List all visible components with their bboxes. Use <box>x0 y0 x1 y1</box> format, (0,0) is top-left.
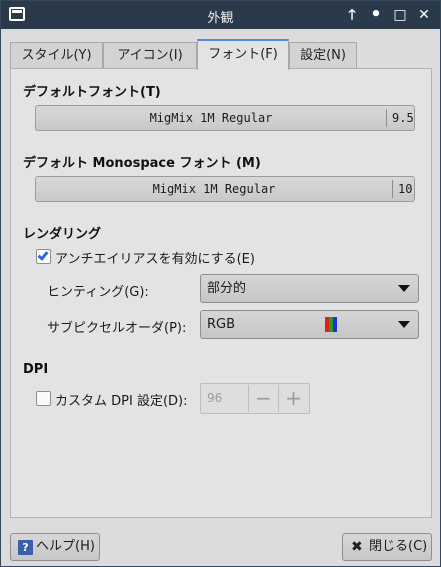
close-window-icon[interactable]: ✕ <box>414 5 434 25</box>
hinting-label: ヒンティング(G): <box>47 285 149 300</box>
default-font-size: 9.5 <box>386 109 414 127</box>
subpixel-blue-icon <box>333 317 337 332</box>
chevron-down-icon <box>398 285 410 292</box>
hinting-select[interactable]: 部分的 <box>200 274 419 303</box>
subpixel-label: サブピクセルオーダ(P): <box>47 321 187 336</box>
mono-font-size: 10 <box>392 180 414 198</box>
tab-settings[interactable]: 設定(N) <box>289 42 357 70</box>
dpi-heading: DPI <box>23 362 49 377</box>
dpi-spinbox: 96 − + <box>200 383 310 414</box>
tab-icons[interactable]: アイコン(I) <box>103 42 197 70</box>
custom-dpi-label[interactable]: カスタム DPI 設定(D): <box>55 390 187 409</box>
close-button-label: 閉じる(C) <box>369 539 428 554</box>
subpixel-select[interactable]: RGB <box>200 310 419 339</box>
rendering-heading: レンダリング <box>23 227 102 242</box>
tab-fonts[interactable]: フォント(F) <box>197 39 289 70</box>
default-font-heading: デフォルトフォント(T) <box>23 85 161 100</box>
help-button-label: ヘルプ(H) <box>36 539 95 554</box>
default-font-button[interactable]: MigMix 1M Regular 9.5 <box>35 105 415 131</box>
close-icon: ✖ <box>351 539 363 555</box>
dpi-increment-button: + <box>278 385 308 412</box>
check-icon <box>37 249 49 261</box>
minimize-icon[interactable]: • <box>366 5 386 25</box>
dpi-decrement-button: − <box>248 385 278 412</box>
subpixel-value: RGB <box>207 317 236 332</box>
maximize-icon[interactable]: □ <box>390 5 410 25</box>
dpi-value: 96 <box>207 391 223 405</box>
custom-dpi-checkbox[interactable] <box>36 391 51 406</box>
mono-font-name: MigMix 1M Regular <box>152 182 276 196</box>
mono-font-heading: デフォルト Monospace フォント (M) <box>23 156 261 171</box>
help-button[interactable]: ? ヘルプ(H) <box>10 533 100 561</box>
help-icon: ? <box>18 540 33 555</box>
antialias-checkbox[interactable] <box>36 249 51 264</box>
appearance-window: 外観 🡑 • □ ✕ スタイル(Y) アイコン(I) フォント(F) 設定(N)… <box>0 0 441 567</box>
chevron-down-icon <box>398 321 410 328</box>
antialias-label[interactable]: アンチエイリアスを有効にする(E) <box>55 248 255 267</box>
default-font-name: MigMix 1M Regular <box>149 111 273 125</box>
fonts-panel: デフォルトフォント(T) MigMix 1M Regular 9.5 デフォルト… <box>10 68 432 518</box>
close-button[interactable]: ✖ 閉じる(C) <box>342 533 432 561</box>
hinting-value: 部分的 <box>207 281 247 296</box>
tab-style[interactable]: スタイル(Y) <box>10 42 103 70</box>
mono-font-button[interactable]: MigMix 1M Regular 10 <box>35 176 415 202</box>
title-bar[interactable]: 外観 🡑 • □ ✕ <box>1 1 440 29</box>
keep-above-icon[interactable]: 🡑 <box>342 5 362 25</box>
